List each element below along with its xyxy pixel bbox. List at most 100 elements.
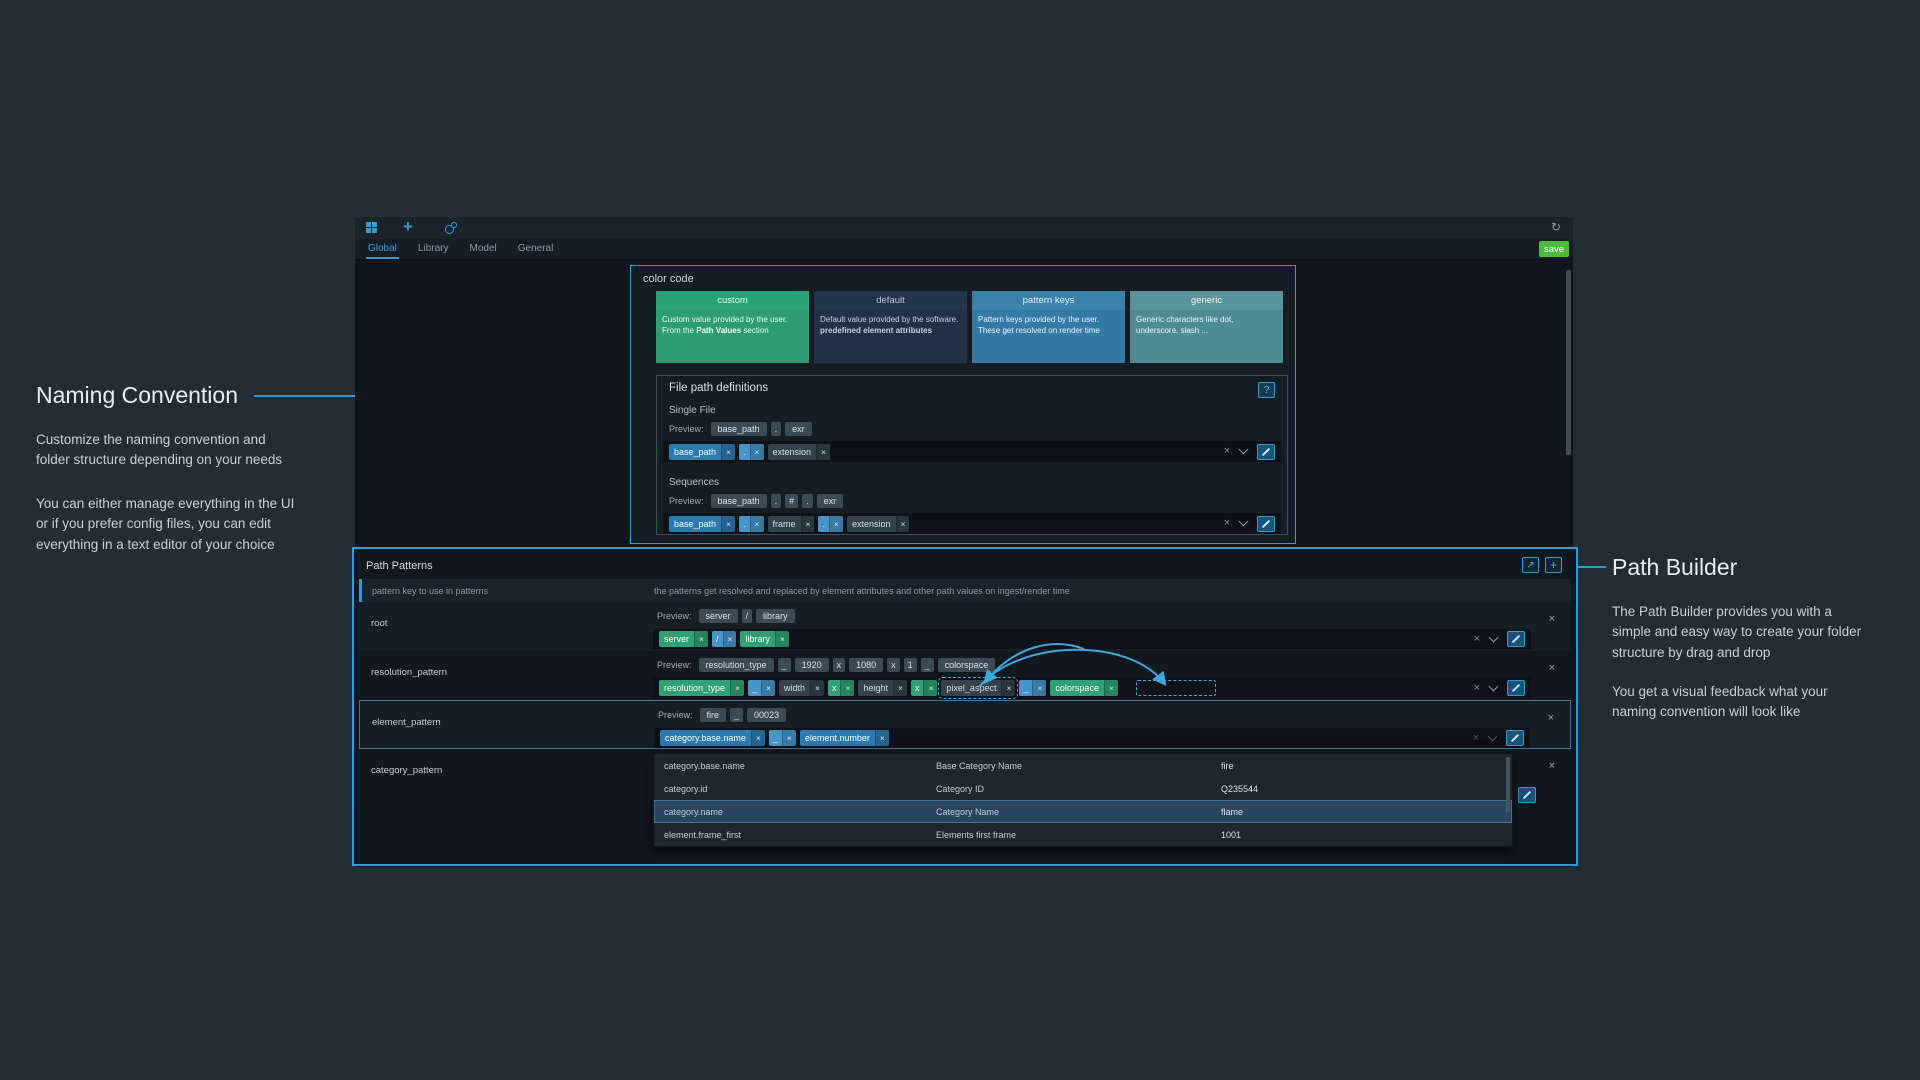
pattern-tag[interactable]: base_path xyxy=(669,516,735,532)
pattern-tag[interactable]: . xyxy=(739,444,763,460)
pattern-tag[interactable]: . xyxy=(818,516,842,532)
pattern-tag[interactable]: element.number xyxy=(800,730,889,746)
edit-pencil-icon[interactable] xyxy=(1257,516,1275,532)
dropdown-item-key: category.id xyxy=(664,784,936,794)
dropdown-scrollbar[interactable] xyxy=(1506,757,1510,812)
chevron-down-icon[interactable] xyxy=(1239,517,1249,527)
tag-remove-icon[interactable] xyxy=(840,680,854,696)
dropdown-item[interactable]: category.base.name Base Category Name fi… xyxy=(654,754,1512,777)
pattern-tag[interactable]: extension xyxy=(768,444,831,460)
pattern-tag[interactable]: x xyxy=(828,680,854,696)
close-icon[interactable] xyxy=(1549,614,1555,625)
gear-icon[interactable] xyxy=(445,222,459,234)
tag-remove-icon[interactable] xyxy=(761,680,775,696)
tag-remove-icon[interactable] xyxy=(750,444,764,460)
tag-remove-icon[interactable] xyxy=(775,631,789,647)
card-title: pattern keys xyxy=(972,291,1125,310)
grid-icon[interactable] xyxy=(366,222,377,233)
scrollbar-thumb[interactable] xyxy=(1566,270,1571,455)
pattern-tag[interactable]: width xyxy=(779,680,824,696)
preview-chip: _ xyxy=(921,658,934,672)
dropdown-item[interactable]: category.name Category Name flame xyxy=(654,800,1512,823)
tag-remove-icon[interactable] xyxy=(1001,680,1015,696)
refresh-icon[interactable] xyxy=(1551,220,1561,234)
tag-remove-icon[interactable] xyxy=(751,730,765,746)
dropdown-item[interactable]: category.id Category ID Q235544 xyxy=(654,777,1512,800)
tag-label: library xyxy=(740,631,775,647)
dropdown-item[interactable]: element.frame_first Elements first frame… xyxy=(654,823,1512,846)
edit-pencil-icon[interactable] xyxy=(1506,730,1524,746)
pattern-tag[interactable]: / xyxy=(712,631,736,647)
tag-remove-icon[interactable] xyxy=(923,680,937,696)
preview-chip: x xyxy=(887,658,900,672)
tag-remove-icon[interactable] xyxy=(893,680,907,696)
pattern-tag[interactable] xyxy=(1136,680,1216,696)
pattern-tag[interactable]: category.base.name xyxy=(660,730,765,746)
chevron-down-icon[interactable] xyxy=(1488,731,1498,741)
edit-pencil-icon[interactable] xyxy=(1257,444,1275,460)
preview-row: Preview: resolution_type_1920x1080x1_col… xyxy=(657,657,995,673)
pattern-tag[interactable]: server xyxy=(659,631,708,647)
edit-pencil-icon[interactable] xyxy=(1507,680,1525,696)
tag-remove-icon[interactable] xyxy=(723,631,737,647)
tag-remove-icon[interactable] xyxy=(816,444,830,460)
tag-remove-icon[interactable] xyxy=(1032,680,1046,696)
pattern-tag[interactable]: library xyxy=(740,631,788,647)
tab[interactable]: General xyxy=(516,239,556,259)
pattern-tag[interactable]: x xyxy=(911,680,937,696)
path-builder-paragraph-1: The Path Builder provides you with a sim… xyxy=(1612,602,1874,663)
tag-remove-icon[interactable] xyxy=(1104,680,1118,696)
edit-pencil-icon[interactable] xyxy=(1518,787,1536,803)
tag-remove-icon[interactable] xyxy=(730,680,744,696)
preview-chip: colorspace xyxy=(938,658,996,672)
plus-icon[interactable]: + xyxy=(403,217,413,237)
clear-icon[interactable] xyxy=(1473,733,1479,744)
pattern-tag[interactable]: base_path xyxy=(669,444,735,460)
clear-icon[interactable] xyxy=(1224,446,1230,457)
pattern-tag[interactable]: resolution_type xyxy=(659,680,744,696)
tab[interactable]: Library xyxy=(416,239,451,259)
chevron-down-icon[interactable] xyxy=(1489,681,1499,691)
preview-chip: server xyxy=(699,609,738,623)
clear-icon[interactable] xyxy=(1224,518,1230,529)
close-icon[interactable] xyxy=(1549,663,1555,674)
pattern-tag[interactable]: frame xyxy=(768,516,815,532)
tag-label: _ xyxy=(769,730,782,746)
close-icon[interactable] xyxy=(1549,761,1555,772)
pattern-tag[interactable]: _ xyxy=(748,680,775,696)
preview-label: Preview: xyxy=(669,424,704,434)
expand-icon[interactable] xyxy=(1522,557,1539,573)
tag-remove-icon[interactable] xyxy=(896,516,910,532)
tag-remove-icon[interactable] xyxy=(875,730,889,746)
pattern-tag[interactable]: extension xyxy=(847,516,910,532)
clear-icon[interactable] xyxy=(1474,634,1480,645)
pattern-tag[interactable]: pixel_aspect xyxy=(941,680,1015,696)
close-icon[interactable] xyxy=(1548,713,1554,724)
tag-remove-icon[interactable] xyxy=(694,631,708,647)
save-button[interactable]: save xyxy=(1539,241,1569,257)
help-button[interactable]: ? xyxy=(1258,382,1275,398)
pattern-tag[interactable]: colorspace xyxy=(1050,680,1118,696)
single-file-label: Single File xyxy=(669,405,716,416)
pattern-tag[interactable]: _ xyxy=(769,730,796,746)
row-controls xyxy=(1474,680,1525,696)
chevron-down-icon[interactable] xyxy=(1489,632,1499,642)
tag-remove-icon[interactable] xyxy=(810,680,824,696)
tab[interactable]: Model xyxy=(467,239,498,259)
pattern-tag[interactable]: . xyxy=(739,516,763,532)
add-pattern-button[interactable] xyxy=(1545,557,1562,573)
tag-remove-icon[interactable] xyxy=(829,516,843,532)
pattern-row-resolution: resolution_pattern Preview: resolution_t… xyxy=(359,651,1571,700)
pattern-tag[interactable]: height xyxy=(858,680,907,696)
edit-pencil-icon[interactable] xyxy=(1507,631,1525,647)
tag-remove-icon[interactable] xyxy=(750,516,764,532)
tag-remove-icon[interactable] xyxy=(782,730,796,746)
chevron-down-icon[interactable] xyxy=(1239,445,1249,455)
pattern-tag[interactable]: _ xyxy=(1019,680,1046,696)
path-builder-title: Path Builder xyxy=(1612,554,1737,581)
tag-remove-icon[interactable] xyxy=(721,516,735,532)
tag-remove-icon[interactable] xyxy=(721,444,735,460)
clear-icon[interactable] xyxy=(1474,683,1480,694)
tab[interactable]: Global xyxy=(366,239,399,259)
tag-remove-icon[interactable] xyxy=(801,516,815,532)
